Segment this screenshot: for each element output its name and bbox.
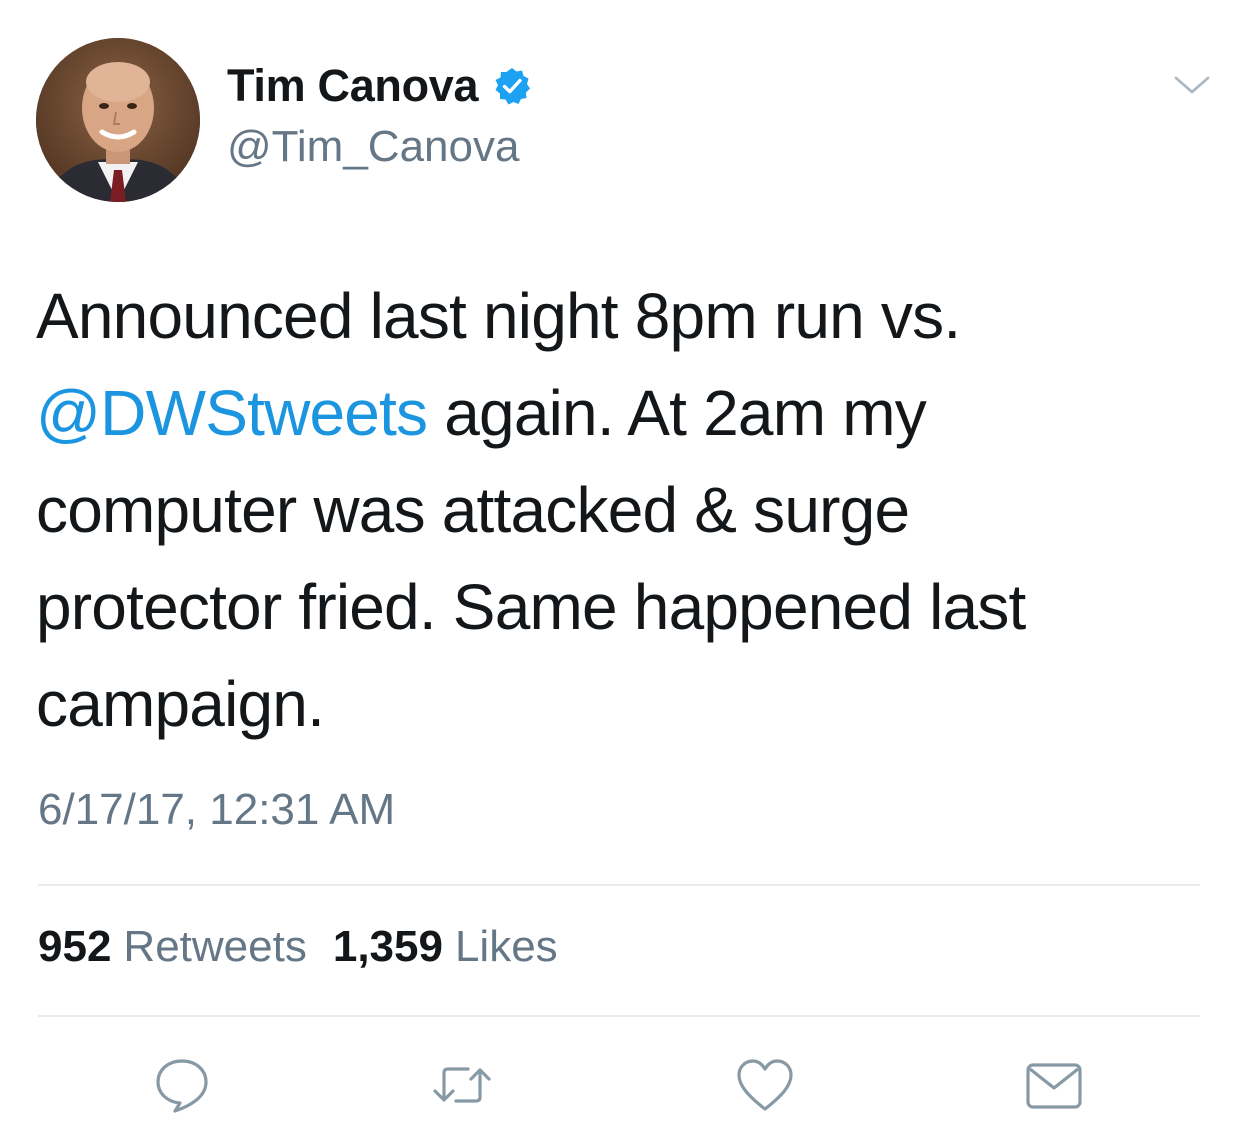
- user-handle[interactable]: @Tim_Canova: [227, 122, 519, 172]
- tweet-text-segment: protector fried. Same happened last: [36, 571, 1026, 643]
- retweets-stat[interactable]: 952 Retweets: [38, 922, 307, 972]
- reply-icon: [156, 1059, 208, 1113]
- tweet-text-segment: computer was attacked & surge: [36, 474, 910, 546]
- retweets-count: 952: [38, 922, 112, 971]
- author-row: Tim Canova: [227, 58, 532, 114]
- retweet-icon: [433, 1067, 491, 1103]
- display-name[interactable]: Tim Canova: [227, 60, 479, 112]
- tweet-text-line: protector fried. Same happened last: [36, 559, 1186, 656]
- envelope-icon: [1026, 1063, 1082, 1109]
- reply-button[interactable]: [150, 1053, 214, 1117]
- tweet-text-line: @DWStweets again. At 2am my: [36, 365, 1186, 462]
- heart-icon: [737, 1059, 793, 1111]
- verified-badge-icon: [492, 66, 532, 106]
- mention-link[interactable]: @DWStweets: [36, 377, 428, 449]
- tweet-text-segment: again. At 2am my: [427, 377, 926, 449]
- like-button[interactable]: [733, 1053, 797, 1117]
- divider: [38, 1015, 1200, 1017]
- tweet-text-line: Announced last night 8pm run vs.: [36, 268, 1186, 365]
- tweet-text-line: campaign.: [36, 656, 1186, 753]
- direct-message-button[interactable]: [1022, 1053, 1086, 1117]
- tweet-timestamp[interactable]: 6/17/17, 12:31 AM: [38, 785, 395, 835]
- divider: [38, 884, 1200, 886]
- action-bar: [0, 1045, 1241, 1125]
- tweet-text-line: computer was attacked & surge: [36, 462, 1186, 559]
- tweet-text-segment: campaign.: [36, 668, 325, 740]
- tweet-text: Announced last night 8pm run vs. @DWStwe…: [36, 268, 1186, 753]
- likes-label: Likes: [454, 922, 558, 971]
- tweet-text-segment: Announced last night 8pm run vs.: [36, 280, 961, 352]
- retweet-button[interactable]: [430, 1053, 494, 1117]
- avatar[interactable]: [36, 38, 200, 202]
- avatar-photo: [36, 38, 200, 202]
- tweet-card: Tim Canova @Tim_Canova Announced last ni…: [0, 0, 1241, 1148]
- retweets-label: Retweets: [123, 922, 307, 971]
- likes-stat[interactable]: 1,359 Likes: [333, 922, 558, 972]
- engagement-stats: 952 Retweets 1,359 Likes: [38, 922, 558, 972]
- likes-count: 1,359: [332, 922, 443, 971]
- chevron-down-icon[interactable]: [1172, 70, 1212, 100]
